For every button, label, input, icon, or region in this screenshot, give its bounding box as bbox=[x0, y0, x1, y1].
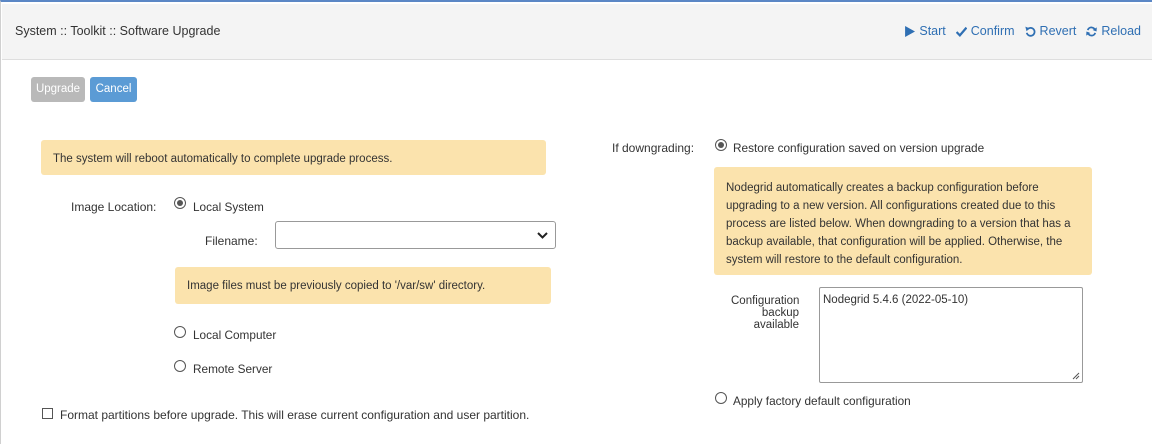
config-backup-list[interactable]: Nodegrid 5.4.6 (2022-05-10) bbox=[819, 287, 1083, 383]
factory-default-radio[interactable] bbox=[715, 392, 727, 404]
image-location-label: Image Location: bbox=[71, 200, 157, 214]
upgrade-button[interactable]: Upgrade bbox=[31, 77, 85, 102]
factory-default-label: Apply factory default configuration bbox=[733, 394, 911, 408]
local-system-radio[interactable] bbox=[174, 197, 186, 209]
local-computer-label: Local Computer bbox=[193, 328, 277, 342]
title-bar: System :: Toolkit :: Software Upgrade St… bbox=[2, 4, 1152, 60]
revert-icon bbox=[1024, 26, 1035, 37]
revert-button[interactable]: Revert bbox=[1024, 24, 1077, 38]
format-partitions-label: Format partitions before upgrade. This w… bbox=[60, 408, 530, 422]
reload-label: Reload bbox=[1101, 24, 1141, 38]
reload-icon bbox=[1086, 26, 1098, 36]
play-icon bbox=[905, 25, 916, 37]
page-frame: System :: Toolkit :: Software Upgrade St… bbox=[0, 0, 1152, 444]
start-button[interactable]: Start bbox=[904, 24, 946, 38]
breadcrumb: System :: Toolkit :: Software Upgrade bbox=[15, 24, 221, 38]
check-icon bbox=[955, 26, 967, 37]
remote-server-label: Remote Server bbox=[193, 362, 273, 376]
filename-select[interactable] bbox=[275, 221, 556, 249]
config-backup-item[interactable]: Nodegrid 5.4.6 (2022-05-10) bbox=[823, 294, 1079, 306]
restore-config-radio[interactable] bbox=[715, 139, 727, 151]
local-computer-radio[interactable] bbox=[174, 326, 186, 338]
image-files-note: Image files must be previously copied to… bbox=[175, 267, 551, 304]
reboot-warning: The system will reboot automatically to … bbox=[41, 140, 546, 175]
downgrading-label: If downgrading: bbox=[612, 141, 695, 155]
filename-label: Filename: bbox=[205, 234, 258, 248]
revert-label: Revert bbox=[1039, 24, 1077, 38]
local-system-label: Local System bbox=[193, 200, 264, 214]
start-label: Start bbox=[919, 24, 946, 38]
reload-button[interactable]: Reload bbox=[1086, 24, 1141, 38]
resize-grip-icon[interactable] bbox=[1071, 371, 1080, 380]
header-actions: Start Confirm Revert Reload bbox=[904, 24, 1141, 38]
confirm-label: Confirm bbox=[970, 24, 1015, 38]
format-partitions-checkbox[interactable] bbox=[42, 408, 53, 419]
confirm-button[interactable]: Confirm bbox=[955, 24, 1015, 38]
cancel-button[interactable]: Cancel bbox=[90, 77, 137, 102]
backup-info-note: Nodegrid automatically creates a backup … bbox=[714, 167, 1092, 275]
remote-server-radio[interactable] bbox=[174, 360, 186, 372]
chevron-down-icon bbox=[537, 232, 548, 239]
config-backup-label: Configuration backup available bbox=[731, 295, 800, 331]
restore-config-label: Restore configuration saved on version u… bbox=[733, 141, 985, 155]
